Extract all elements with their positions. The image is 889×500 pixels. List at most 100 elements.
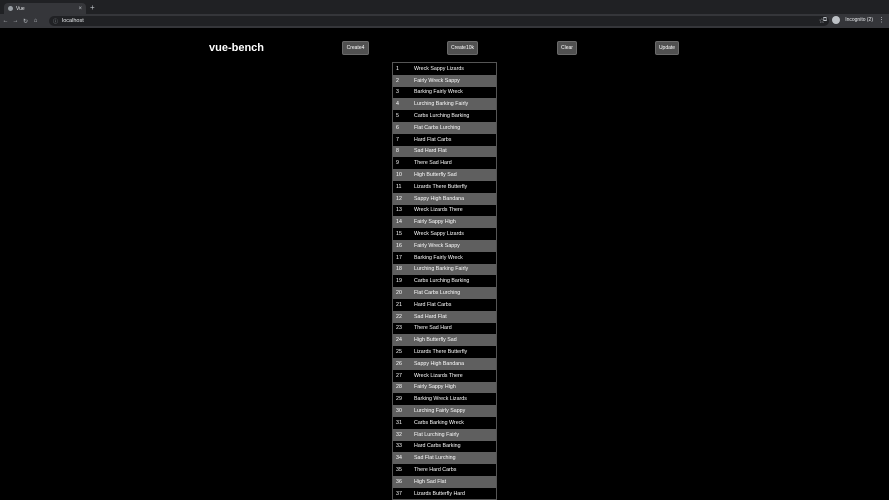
row-label[interactable]: Sad Hard Flat	[414, 148, 496, 154]
table-row[interactable]: 8 Sad Hard Flat	[393, 145, 496, 158]
table-row[interactable]: 12 Sappy High Bandana	[393, 192, 496, 205]
row-label[interactable]: Wreck Sappy Lizards	[414, 66, 496, 72]
table-row[interactable]: 20 Flat Carbs Lurching	[393, 287, 496, 299]
table-row[interactable]: 31 Carbs Barking Wreck	[393, 416, 496, 429]
table-row[interactable]: 19 Carbs Lurching Barking	[393, 275, 496, 288]
create10k-button[interactable]: Create10k	[447, 41, 478, 55]
new-tab-icon[interactable]: +	[90, 3, 95, 13]
row-label[interactable]: Fairly Wreck Sappy	[414, 78, 496, 84]
table-row[interactable]: 23 There Sad Hard	[393, 322, 496, 335]
row-label[interactable]: Lurching Barking Fairly	[414, 266, 496, 272]
row-label[interactable]: Lizards There Butterfly	[414, 349, 496, 355]
row-label[interactable]: Fairly Sappy High	[414, 384, 496, 390]
table-row[interactable]: 28 Fairly Sappy High	[393, 381, 496, 394]
row-id: 20	[396, 290, 402, 297]
table-row[interactable]: 21 Hard Flat Carbs	[393, 298, 496, 311]
row-label[interactable]: Lurching Fairly Sappy	[414, 408, 496, 414]
forward-icon[interactable]: →	[11, 18, 20, 24]
incognito-label[interactable]: Incognito (2)	[845, 17, 873, 23]
table-row[interactable]: 2 Fairly Wreck Sappy	[393, 74, 496, 87]
table-row[interactable]: 24 High Butterfly Sad	[393, 334, 496, 347]
info-icon[interactable]: ⓘ	[53, 18, 58, 25]
row-label[interactable]: Lizards There Butterfly	[414, 184, 496, 190]
incognito-icon[interactable]	[832, 16, 841, 24]
table-row[interactable]: 4 Lurching Barking Fairly	[393, 98, 496, 111]
table-row[interactable]: 29 Barking Wreck Lizards	[393, 393, 496, 406]
row-label[interactable]: Wreck Sappy Lizards	[414, 231, 496, 237]
table-row[interactable]: 33 Hard Carbs Barking	[393, 440, 496, 453]
table-row[interactable]: 15 Wreck Sappy Lizards	[393, 228, 496, 240]
clear-button[interactable]: Clear	[557, 41, 577, 55]
table-row[interactable]: 11 Lizards There Butterfly	[393, 180, 496, 193]
row-label[interactable]: Carbs Lurching Barking	[414, 278, 496, 284]
row-label[interactable]: Fairly Wreck Sappy	[414, 243, 496, 249]
row-label[interactable]: Sad Flat Lurching	[414, 455, 496, 461]
address-bar[interactable]: ⓘ localhost ☆	[49, 16, 829, 26]
row-label[interactable]: Barking Fairly Wreck	[414, 255, 496, 261]
table-row[interactable]: 1 Wreck Sappy Lizards	[393, 63, 496, 75]
table-row[interactable]: 36 High Sad Flat	[393, 475, 496, 488]
table-row[interactable]: 17 Barking Fairly Wreck	[393, 251, 496, 264]
row-label[interactable]: Sad Hard Flat	[414, 314, 496, 320]
table-row[interactable]: 26 Sappy High Bandana	[393, 357, 496, 370]
row-label[interactable]: Carbs Barking Wreck	[414, 420, 496, 426]
row-label[interactable]: Flat Lurching Fairly	[414, 432, 496, 438]
table-row[interactable]: 10 High Butterfly Sad	[393, 169, 496, 181]
row-id: 33	[396, 443, 402, 450]
row-label[interactable]: There Sad Hard	[414, 325, 496, 331]
row-label[interactable]: There Sad Hard	[414, 160, 496, 166]
row-label[interactable]: Wreck Lizards There	[414, 373, 496, 379]
row-label[interactable]: Fairly Sappy High	[414, 219, 496, 225]
table-row[interactable]: 9 There Sad Hard	[393, 157, 496, 170]
extension-icon[interactable]: ⧉	[823, 17, 827, 24]
table-row[interactable]: 6 Flat Carbs Lurching	[393, 121, 496, 134]
table-row[interactable]: 30 Lurching Fairly Sappy	[393, 405, 496, 417]
row-id: 18	[396, 266, 402, 273]
reload-icon[interactable]: ↻	[21, 18, 30, 25]
table-row[interactable]: 35 There Hard Carbs	[393, 464, 496, 476]
row-label[interactable]: Sappy High Bandana	[414, 196, 496, 202]
table-row[interactable]: 13 Wreck Lizards There	[393, 204, 496, 217]
menu-icon[interactable]: ⋮	[878, 16, 885, 24]
table-row[interactable]: 25 Lizards There Butterfly	[393, 346, 496, 358]
row-label[interactable]: Flat Carbs Lurching	[414, 125, 496, 131]
table-row[interactable]: 3 Barking Fairly Wreck	[393, 86, 496, 99]
row-label[interactable]: Barking Fairly Wreck	[414, 89, 496, 95]
row-id: 37	[396, 490, 402, 497]
table-row[interactable]: 16 Fairly Wreck Sappy	[393, 239, 496, 252]
close-icon[interactable]: ×	[78, 6, 82, 12]
row-label[interactable]: Sappy High Bandana	[414, 361, 496, 367]
table-row[interactable]: 34 Sad Flat Lurching	[393, 452, 496, 465]
table-row[interactable]: 22 Sad Hard Flat	[393, 310, 496, 323]
row-label[interactable]: Wreck Lizards There	[414, 207, 496, 213]
row-label[interactable]: Lizards Butterfly Hard	[414, 491, 496, 497]
table-row[interactable]: 5 Carbs Lurching Barking	[393, 110, 496, 122]
table-row[interactable]: 18 Lurching Barking Fairly	[393, 263, 496, 276]
row-label[interactable]: Hard Flat Carbs	[414, 137, 496, 143]
row-label[interactable]: Barking Wreck Lizards	[414, 396, 496, 402]
row-id: 7	[396, 136, 399, 143]
create-button[interactable]: Create4	[342, 41, 369, 55]
row-label[interactable]: High Sad Flat	[414, 479, 496, 485]
table-row[interactable]: 27 Wreck Lizards There	[393, 369, 496, 382]
row-label[interactable]: Hard Flat Carbs	[414, 302, 496, 308]
row-label[interactable]: High Butterfly Sad	[414, 172, 496, 178]
table-row[interactable]: 14 Fairly Sappy High	[393, 216, 496, 229]
table-row[interactable]: 37 Lizards Butterfly Hard	[393, 487, 496, 500]
table-row[interactable]: 7 Hard Flat Carbs	[393, 133, 496, 146]
row-id: 24	[396, 337, 402, 344]
tab-vue[interactable]: Vue ×	[4, 3, 86, 14]
home-icon[interactable]: ⌂	[31, 18, 40, 24]
row-label[interactable]: High Butterfly Sad	[414, 337, 496, 343]
back-icon[interactable]: ←	[1, 18, 10, 24]
row-label[interactable]: Carbs Lurching Barking	[414, 113, 496, 119]
row-id: 27	[396, 372, 402, 379]
row-label[interactable]: Hard Carbs Barking	[414, 443, 496, 449]
row-label[interactable]: Lurching Barking Fairly	[414, 101, 496, 107]
row-label[interactable]: Flat Carbs Lurching	[414, 290, 496, 296]
favicon-icon	[8, 6, 13, 11]
table-row[interactable]: 32 Flat Lurching Fairly	[393, 428, 496, 441]
row-label[interactable]: There Hard Carbs	[414, 467, 496, 473]
update-button[interactable]: Update	[655, 41, 679, 55]
row-id: 6	[396, 124, 399, 131]
